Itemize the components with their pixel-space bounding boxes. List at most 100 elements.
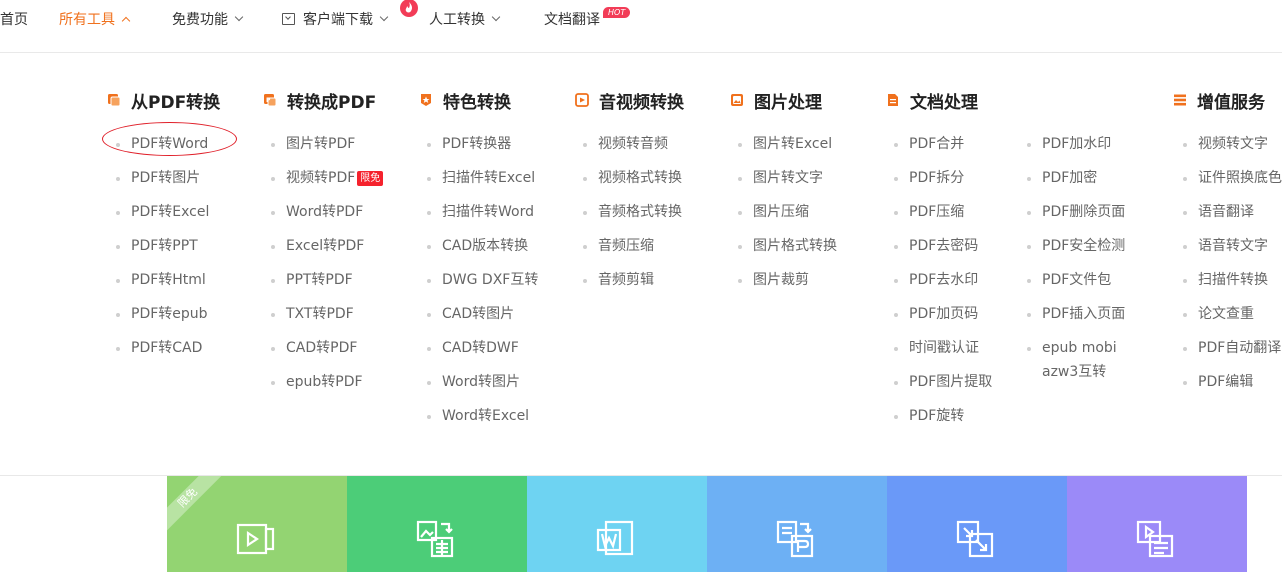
menu-item-pdf-merge[interactable]: PDF合并 — [909, 134, 964, 154]
video-to-doc-tile-icon — [1136, 520, 1174, 558]
menu-item-pdf-image-extract[interactable]: PDF图片提取 — [909, 372, 992, 392]
menu-item-image-compress[interactable]: 图片压缩 — [753, 202, 809, 222]
nav-free-features[interactable]: 免费功能 — [172, 9, 244, 29]
menu-item-image-to-excel[interactable]: 图片转Excel — [753, 134, 832, 154]
menu-item-pdf-rotate[interactable]: PDF旋转 — [909, 406, 964, 426]
menu-item-cad-to-image[interactable]: CAD转图片 — [442, 304, 514, 324]
menu-item-pdf-split[interactable]: PDF拆分 — [909, 168, 964, 188]
menu-item-label: 视频转PDF — [286, 170, 356, 186]
menu-item-cad-to-dwf[interactable]: CAD转DWF — [442, 338, 519, 358]
menu-item-excel-to-pdf[interactable]: Excel转PDF — [286, 236, 364, 256]
menu-item-scan-to-word[interactable]: 扫描件转Word — [442, 202, 534, 222]
menu-item-image-crop[interactable]: 图片裁剪 — [753, 270, 809, 290]
bullet-dot — [583, 143, 587, 147]
document-icon — [888, 94, 898, 106]
feature-tile-video-to-pdf[interactable]: 限免 — [167, 476, 347, 572]
menu-item-azw3[interactable]: azw3互转 — [1042, 362, 1106, 382]
column-header-from-pdf: 从PDF转换 — [107, 88, 220, 113]
menu-item-epub-mobi[interactable]: epub mobi — [1042, 338, 1117, 358]
menu-item-word-to-image[interactable]: Word转图片 — [442, 372, 520, 392]
menu-item-cad-to-pdf[interactable]: CAD转PDF — [286, 338, 357, 358]
menu-item-image-to-pdf[interactable]: 图片转PDF — [286, 134, 355, 154]
bullet-dot — [1183, 381, 1187, 385]
menu-item-pdf-edit[interactable]: PDF编辑 — [1198, 372, 1253, 392]
menu-item-pdf-remove-watermark[interactable]: PDF去水印 — [909, 270, 978, 290]
nav-all-tools[interactable]: 所有工具 — [59, 9, 131, 29]
feature-tile-pdf-convert[interactable] — [707, 476, 887, 572]
menu-item-pdf-to-image[interactable]: PDF转图片 — [131, 168, 200, 188]
column-header-audio-video: 音视频转换 — [575, 88, 684, 113]
bullet-dot — [271, 211, 275, 215]
menu-item-image-format[interactable]: 图片格式转换 — [753, 236, 837, 256]
menu-item-scan-convert[interactable]: 扫描件转换 — [1198, 270, 1268, 290]
menu-item-txt-to-pdf[interactable]: TXT转PDF — [286, 304, 354, 324]
menu-item-epub-to-pdf[interactable]: epub转PDF — [286, 372, 363, 392]
feature-tile-word[interactable] — [527, 476, 707, 572]
bullet-dot — [1183, 143, 1187, 147]
bullet-dot — [271, 313, 275, 317]
menu-item-pdf-encrypt[interactable]: PDF加密 — [1042, 168, 1097, 188]
nav-client-download[interactable]: 客户端下载 — [282, 9, 389, 29]
menu-item-pdf-auto-translate[interactable]: PDF自动翻译 — [1198, 338, 1281, 358]
nav-manual-conversion[interactable]: 人工转换 — [429, 9, 501, 29]
bullet-dot — [583, 245, 587, 249]
menu-item-pdf-compress[interactable]: PDF压缩 — [909, 202, 964, 222]
bullet-dot — [427, 177, 431, 181]
menu-item-pdf-to-ppt[interactable]: PDF转PPT — [131, 236, 198, 256]
pdf-convert-tile-icon — [776, 520, 814, 558]
annotation-circle — [102, 122, 237, 156]
menu-item-pdf-to-excel[interactable]: PDF转Excel — [131, 202, 209, 222]
menu-item-audio-format[interactable]: 音频格式转换 — [598, 202, 682, 222]
bullet-dot — [427, 279, 431, 283]
bullet-dot — [427, 245, 431, 249]
bullet-dot — [894, 143, 898, 147]
menu-item-pdf-insert-page[interactable]: PDF插入页面 — [1042, 304, 1125, 324]
ribbon-label: 限免 — [167, 476, 226, 536]
menu-item-audio-compress[interactable]: 音频压缩 — [598, 236, 654, 256]
menu-item-timestamp[interactable]: 时间戳认证 — [909, 338, 979, 358]
menu-item-voice-to-text[interactable]: 语音转文字 — [1198, 236, 1268, 256]
star-icon — [421, 94, 431, 106]
nav-home[interactable]: 首页 — [0, 9, 28, 29]
menu-item-image-to-text[interactable]: 图片转文字 — [753, 168, 823, 188]
column-title: 文档处理 — [910, 92, 978, 113]
menu-item-pdf-package[interactable]: PDF文件包 — [1042, 270, 1111, 290]
menu-item-dwg-dxf[interactable]: DWG DXF互转 — [442, 270, 538, 290]
free-ribbon: 限免 — [167, 476, 227, 536]
menu-item-video-to-audio[interactable]: 视频转音频 — [598, 134, 668, 154]
menu-item-video-to-text[interactable]: 视频转文字 — [1198, 134, 1268, 154]
bullet-dot — [1183, 245, 1187, 249]
menu-item-ppt-to-pdf[interactable]: PPT转PDF — [286, 270, 353, 290]
nav-document-translate[interactable]: 文档翻译 HOT — [544, 6, 631, 29]
bullet-dot — [738, 245, 742, 249]
bullet-dot — [894, 347, 898, 351]
column-header-value-added: 增值服务 — [1173, 88, 1265, 113]
menu-item-paper-check[interactable]: 论文查重 — [1198, 304, 1254, 324]
top-navigation: 首页 所有工具 免费功能 客户端下载 人工转换 文档翻译 HOT — [0, 0, 1282, 53]
feature-tile-image-to-excel[interactable] — [347, 476, 527, 572]
menu-item-pdf-to-cad[interactable]: PDF转CAD — [131, 338, 202, 358]
menu-item-word-to-pdf[interactable]: Word转PDF — [286, 202, 363, 222]
feature-tile-compress[interactable] — [887, 476, 1067, 572]
menu-item-video-to-pdf[interactable]: 视频转PDF 限免 — [286, 168, 384, 188]
menu-item-voice-translate[interactable]: 语音翻译 — [1198, 202, 1254, 222]
menu-item-word-to-excel[interactable]: Word转Excel — [442, 406, 529, 426]
feature-tile-video-to-doc[interactable] — [1067, 476, 1247, 572]
menu-item-video-format[interactable]: 视频格式转换 — [598, 168, 682, 188]
menu-item-pdf-add-watermark[interactable]: PDF加水印 — [1042, 134, 1111, 154]
menu-item-pdf-page-number[interactable]: PDF加页码 — [909, 304, 978, 324]
bullet-dot — [894, 381, 898, 385]
menu-item-pdf-security-check[interactable]: PDF安全检测 — [1042, 236, 1125, 256]
bullet-dot — [583, 279, 587, 283]
menu-item-cad-version[interactable]: CAD版本转换 — [442, 236, 528, 256]
menu-item-pdf-to-html[interactable]: PDF转Html — [131, 270, 206, 290]
bullet-dot — [1183, 279, 1187, 283]
nav-client-label: 客户端下载 — [303, 12, 373, 28]
menu-item-id-photo-background[interactable]: 证件照换底色 — [1198, 168, 1282, 188]
menu-item-scan-to-excel[interactable]: 扫描件转Excel — [442, 168, 535, 188]
menu-item-audio-cut[interactable]: 音频剪辑 — [598, 270, 654, 290]
menu-item-pdf-delete-page[interactable]: PDF删除页面 — [1042, 202, 1125, 222]
menu-item-pdf-converter[interactable]: PDF转换器 — [442, 134, 511, 154]
menu-item-pdf-to-epub[interactable]: PDF转epub — [131, 304, 208, 324]
menu-item-pdf-remove-password[interactable]: PDF去密码 — [909, 236, 978, 256]
